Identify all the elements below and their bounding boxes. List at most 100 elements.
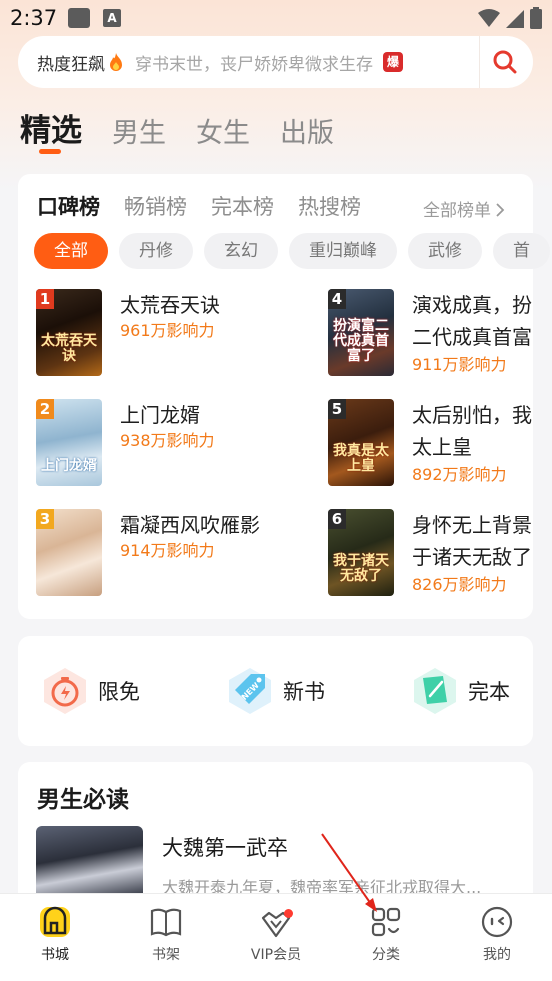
cover-title: 太荒吞天诀: [41, 333, 97, 364]
finished-book-icon: [414, 668, 456, 714]
status-time: 2:37: [10, 6, 58, 30]
book-item-1[interactable]: 1 太荒吞天诀 太荒吞天诀 961万影响力: [36, 289, 276, 377]
status-icons: [478, 7, 542, 29]
section-title: 男生必读: [37, 787, 129, 813]
book-title-line2: 太上皇: [412, 435, 472, 459]
cover-title: 我于诸天无敌了: [333, 553, 389, 584]
cover-title: 扮演富二代成真首富了: [333, 318, 389, 364]
book-cover: 2 上门龙婿: [36, 399, 102, 486]
active-tab-indicator: [39, 149, 61, 154]
book-impact: 892万影响力: [412, 465, 507, 484]
book-cover: 3: [36, 509, 102, 596]
signal-icon: [506, 10, 524, 28]
notification-icon: [68, 8, 90, 28]
battery-icon: [530, 7, 542, 29]
book-item-6[interactable]: 6 我于诸天无敌了 身怀无上背景 于诸天无敌了 826万影响力: [328, 509, 552, 597]
tab-male[interactable]: 男生: [112, 111, 166, 150]
rank-badge: 1: [36, 289, 54, 309]
nav-category[interactable]: 分类: [351, 904, 421, 964]
ranking-card: 口碑榜 畅销榜 完本榜 热搜榜 全部榜单 全部 丹修 玄幻 重归巅峰 武修 首 …: [18, 174, 550, 619]
nav-category-label: 分类: [372, 947, 400, 963]
chip-martial[interactable]: 武修: [408, 233, 482, 269]
chip-more[interactable]: 首: [493, 233, 550, 269]
book-cover: 1 太荒吞天诀: [36, 289, 102, 376]
cover-title: 我真是太上皇: [333, 443, 389, 474]
rank-badge: 4: [328, 289, 346, 309]
chip-all[interactable]: 全部: [34, 233, 108, 269]
category-grid-icon: [371, 907, 401, 937]
tab-featured[interactable]: 精选: [20, 105, 82, 150]
quick-free[interactable]: 限免: [40, 666, 140, 716]
chip-return-peak[interactable]: 重归巅峰: [289, 233, 397, 269]
search-placeholder: 穿书末世，丧尸娇娇卑微求生存: [135, 54, 373, 75]
nav-bookstore[interactable]: 书城: [20, 904, 90, 964]
book-title-line1: 演戏成真，扮: [412, 293, 532, 317]
rank-tab-hot-search[interactable]: 热搜榜: [298, 191, 361, 221]
book-cover: 5 我真是太上皇: [328, 399, 394, 486]
rank-badge: 3: [36, 509, 54, 529]
chip-fantasy[interactable]: 玄幻: [204, 233, 278, 269]
new-tag-icon: NEW: [229, 668, 271, 714]
cover-title: 上门龙婿: [41, 458, 97, 474]
status-bar: 2:37 A: [0, 0, 552, 36]
genre-chips: 全部 丹修 玄幻 重归巅峰 武修 首: [34, 233, 550, 269]
search-icon[interactable]: [492, 49, 518, 75]
book-item-4[interactable]: 4 扮演富二代成真首富了 演戏成真，扮 二代成真首富 911万影响力: [328, 289, 552, 377]
book-title: 身怀无上背景 于诸天无敌了: [412, 509, 542, 573]
profile-face-icon: [481, 906, 513, 938]
wifi-icon: [478, 9, 500, 27]
quick-free-label: 限免: [98, 680, 140, 704]
book-cover: 6 我于诸天无敌了: [328, 509, 394, 596]
channel-tabs: 精选 男生 女生 出版: [20, 105, 334, 150]
book-item-3[interactable]: 3 霜凝西风吹雁影 914万影响力: [36, 509, 276, 597]
quick-new[interactable]: NEW 新书: [225, 666, 325, 716]
quick-entry-card: 限免 NEW 新书 完本: [18, 636, 533, 746]
book-item-2[interactable]: 2 上门龙婿 上门龙婿 938万影响力: [36, 399, 276, 487]
bottom-nav: 书城 书架 VIP会员 分类 我的: [0, 893, 552, 981]
book-title-line2: 于诸天无敌了: [412, 545, 532, 569]
chevron-right-icon: [496, 203, 505, 217]
rank-tab-bestseller[interactable]: 畅销榜: [124, 191, 187, 221]
nav-bookshelf-label: 书架: [152, 947, 180, 963]
book-item-5[interactable]: 5 我真是太上皇 太后别怕，我 太上皇 892万影响力: [328, 399, 552, 487]
rank-tab-completed[interactable]: 完本榜: [211, 191, 274, 221]
rank-tab-reputation[interactable]: 口碑榜: [37, 191, 100, 221]
ranking-tabs: 口碑榜 畅销榜 完本榜 热搜榜: [37, 191, 361, 221]
book-title: 太后别怕，我 太上皇: [412, 399, 542, 463]
book-title-line2: 二代成真首富: [412, 325, 532, 349]
bookshelf-icon: [150, 908, 182, 937]
hot-badge: 爆: [383, 52, 403, 72]
search-divider: [479, 36, 480, 88]
bookstore-icon: [40, 906, 70, 937]
book-impact: 826万影响力: [412, 575, 507, 594]
quick-finished-label: 完本: [468, 680, 510, 704]
fire-icon: [110, 53, 122, 71]
quick-new-label: 新书: [283, 680, 325, 704]
notification-app-icon: A: [103, 9, 121, 27]
search-hot-label: 热度狂飙: [37, 54, 105, 75]
nav-vip[interactable]: VIP会员: [241, 904, 311, 964]
nav-profile-label: 我的: [483, 947, 511, 963]
book-cover: 4 扮演富二代成真首富了: [328, 289, 394, 376]
nav-bookshelf[interactable]: 书架: [131, 904, 201, 964]
nav-profile[interactable]: 我的: [462, 904, 532, 964]
must-read-book-title[interactable]: 大魏第一武卒: [162, 832, 288, 862]
tab-publishing[interactable]: 出版: [280, 111, 334, 150]
nav-vip-label: VIP会员: [250, 947, 302, 963]
notification-dot: [284, 909, 293, 918]
book-title: 演戏成真，扮 二代成真首富: [412, 289, 542, 353]
book-title-line1: 太后别怕，我: [412, 403, 532, 427]
tab-female[interactable]: 女生: [196, 111, 250, 150]
stopwatch-icon: [44, 668, 86, 714]
nav-bookstore-label: 书城: [41, 947, 69, 963]
chip-alchemy[interactable]: 丹修: [119, 233, 193, 269]
search-bar[interactable]: 热度狂飙 穿书末世，丧尸娇娇卑微求生存 爆: [18, 36, 533, 88]
rank-badge: 6: [328, 509, 346, 529]
book-title-line1: 身怀无上背景: [412, 513, 532, 537]
book-impact: 961万影响力: [120, 321, 215, 340]
quick-finished[interactable]: 完本: [410, 666, 510, 716]
book-impact: 938万影响力: [120, 431, 215, 450]
all-rankings-label: 全部榜单: [423, 201, 491, 221]
book-impact: 914万影响力: [120, 541, 215, 560]
all-rankings-link[interactable]: 全部榜单: [423, 196, 506, 221]
